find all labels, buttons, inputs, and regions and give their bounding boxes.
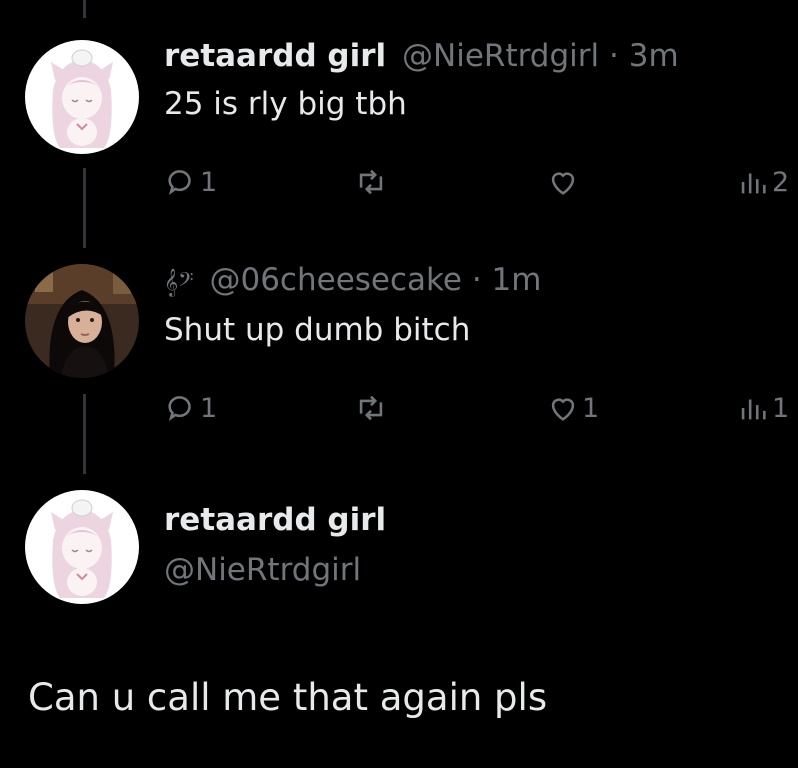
avatar-focused-tweet[interactable] [25,490,139,604]
thread-line-top [83,0,86,18]
tweet-2-text: Shut up dumb bitch [164,312,471,348]
views-bar-icon [741,399,766,420]
thread-line-1 [83,168,86,248]
separator-dot: · [609,38,619,74]
display-name[interactable]: retaardd girl [164,38,386,74]
tweet-1-actions: 1 2 [164,162,798,202]
views-button[interactable]: 1 [736,388,789,428]
tweet-1-header: retaardd girl @NieRtrdgirl · 3m [164,38,679,74]
focused-tweet-text: Can u call me that again pls [28,676,548,719]
avatar-tweet-1[interactable] [25,40,139,154]
views-bar-icon [741,173,766,194]
timestamp[interactable]: 3m [629,38,679,74]
reply-button[interactable]: 1 [164,388,217,428]
views-button[interactable]: 2 [736,162,789,202]
handle[interactable]: @NieRtrdgirl [402,38,599,74]
focused-tweet-name: retaardd girl [164,502,386,538]
focused-tweet-handle: @NieRtrdgirl [164,552,361,588]
like-button[interactable] [546,162,582,202]
like-button[interactable]: 1 [546,388,599,428]
reply-count: 1 [200,166,218,198]
tweet-2-header: 𝄞𝄢 @06cheesecake · 1m [164,262,541,298]
heart-icon [551,172,575,195]
heart-icon [551,398,575,421]
timestamp[interactable]: 1m [492,262,542,298]
retweet-icon [359,169,383,195]
retweet-icon [359,395,383,421]
separator-dot: · [471,262,482,298]
reply-button[interactable]: 1 [164,162,217,202]
view-count: 2 [772,166,790,198]
retweet-button[interactable] [354,162,390,202]
tweet-2-actions: 1 1 1 [164,388,798,428]
anime-girl-avatar-icon [25,40,139,154]
avatar-tweet-2[interactable] [25,264,139,378]
like-count: 1 [582,392,600,424]
reply-bubble-icon [168,170,191,196]
tweet-1-text: 25 is rly big tbh [164,86,407,122]
view-count: 1 [772,392,790,424]
thread-line-2 [83,394,86,474]
handle[interactable]: @NieRtrdgirl [164,552,361,588]
display-name[interactable]: retaardd girl [164,502,386,538]
anime-girl-avatar-icon [25,490,139,604]
reply-bubble-icon [168,396,191,422]
display-name[interactable]: 𝄞𝄢 [164,268,194,296]
retweet-button[interactable] [354,388,390,428]
reply-count: 1 [200,392,218,424]
handle[interactable]: @06cheesecake [209,262,461,298]
photo-avatar-icon [25,264,139,378]
